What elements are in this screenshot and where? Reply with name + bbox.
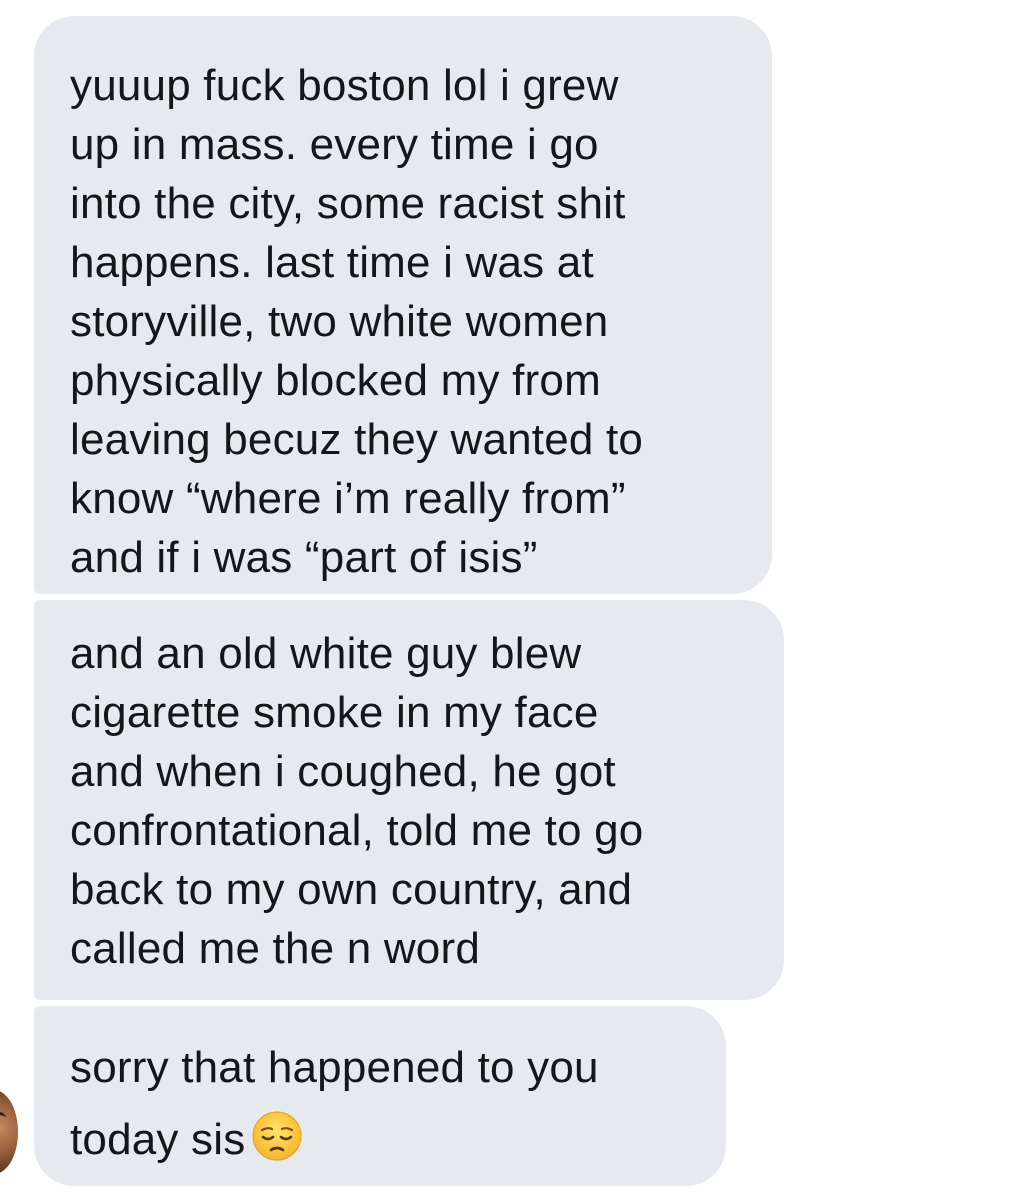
- avatar[interactable]: [0, 1090, 18, 1174]
- message-bubble[interactable]: yuuup fuck boston lol i grew up in mass.…: [34, 16, 772, 594]
- message-text: yuuup fuck boston lol i grew up in mass.…: [70, 61, 644, 582]
- message-thread: yuuup fuck boston lol i grew up in mass.…: [0, 0, 1033, 1200]
- message-text: and an old white guy blew cigarette smok…: [70, 629, 644, 973]
- pensive-face-emoji-icon: [252, 1111, 302, 1161]
- message-bubble[interactable]: sorry that happened to you today sis: [34, 1006, 726, 1186]
- message-bubble[interactable]: and an old white guy blew cigarette smok…: [34, 600, 784, 1000]
- message-text: sorry that happened to you today sis: [70, 1043, 599, 1164]
